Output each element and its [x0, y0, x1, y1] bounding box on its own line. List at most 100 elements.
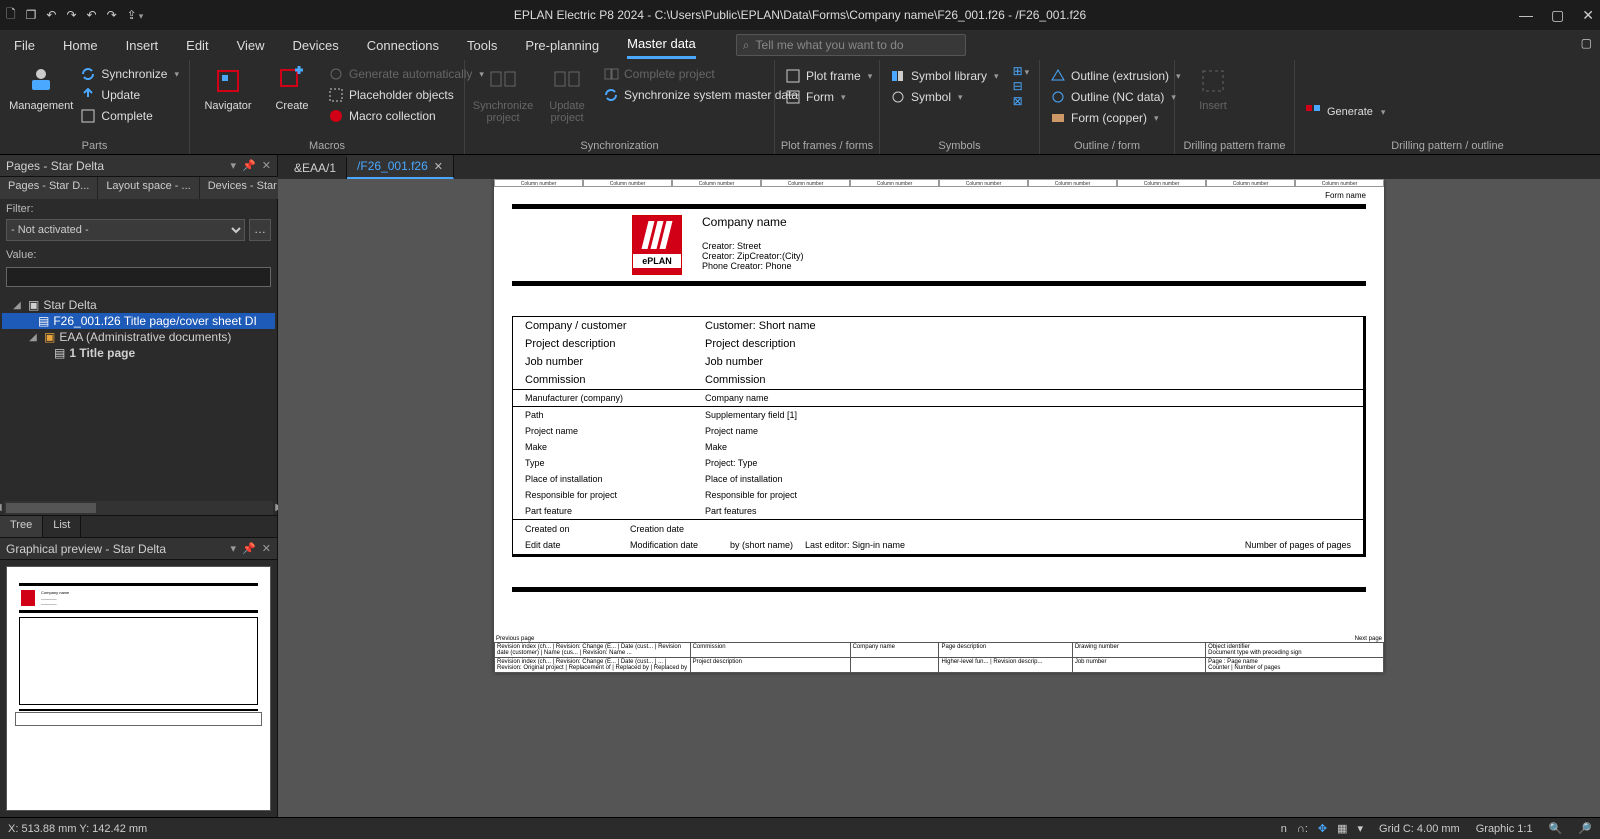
doctab-close-icon[interactable]: ✕	[434, 160, 443, 173]
preview-pin-icon[interactable]: 📌	[242, 542, 256, 555]
sym-tool1-icon[interactable]: ⊞▾	[1013, 64, 1030, 78]
generate-auto-button[interactable]: Generate automatically▾	[328, 64, 484, 84]
group-label-sync: Synchronization	[465, 140, 774, 152]
tree-item-f26[interactable]: F26_001.f26 Title page/cover sheet DI	[53, 314, 256, 328]
menu-file[interactable]: File	[14, 33, 35, 58]
statusbar: X: 513.88 mm Y: 142.42 mm n ∩: ✥ ▦ ▾ Gri…	[0, 817, 1600, 839]
generate-drill-button[interactable]: Generate▾	[1305, 64, 1385, 152]
tree-hscroll[interactable]: ◀▶	[4, 501, 273, 515]
insert-drill-button[interactable]: Insert	[1185, 64, 1241, 152]
gear-icon	[328, 66, 344, 82]
sync-project-button[interactable]: Synchronize project	[475, 64, 531, 152]
form-name-label: Form name	[512, 191, 1366, 200]
snap-n-icon[interactable]: n	[1281, 823, 1287, 835]
snap-grid-icon[interactable]: ▦	[1337, 822, 1347, 835]
tellme-search[interactable]: ⌕ Tell me what you want to do	[736, 34, 966, 56]
navigator-button[interactable]: Navigator	[200, 64, 256, 152]
menu-insert[interactable]: Insert	[126, 33, 159, 58]
zoom-out-icon[interactable]: 🔎	[1578, 822, 1592, 835]
folder-icon: ▣	[44, 330, 55, 344]
complete-button[interactable]: Complete	[80, 106, 179, 126]
eplan-logo: ePLAN	[632, 215, 682, 275]
qat-new-icon[interactable]: 🗋	[6, 5, 16, 26]
zoom-in-icon[interactable]: 🔍	[1549, 822, 1563, 835]
value-input[interactable]	[6, 267, 271, 287]
complete-project-button[interactable]: Complete project	[603, 64, 798, 84]
sync-master-button[interactable]: Synchronize system master data	[603, 85, 798, 105]
preview-thumbnail[interactable]: Company name______________	[6, 566, 271, 811]
qat-redo-icon[interactable]: ↷	[66, 8, 76, 22]
tab-tree[interactable]: Tree	[0, 516, 43, 537]
company-block: Company name Creator: Street Creator: Zi…	[702, 215, 804, 275]
maximize-button[interactable]: ▢	[1551, 7, 1564, 24]
update-project-button[interactable]: Update project	[539, 64, 595, 152]
menu-home[interactable]: Home	[63, 33, 98, 58]
qat-copy-icon[interactable]: ❐	[26, 8, 37, 22]
menu-tools[interactable]: Tools	[467, 33, 497, 58]
group-label-macros: Macros	[190, 140, 464, 152]
preview-dropdown-icon[interactable]: ▾	[231, 542, 237, 555]
outline-extrusion-button[interactable]: Outline (extrusion)▾	[1050, 66, 1164, 86]
tree-eaa[interactable]: EAA (Administrative documents)	[59, 330, 231, 344]
sync-master-icon	[603, 87, 619, 103]
minimize-button[interactable]: —	[1519, 7, 1533, 24]
ribbon-expand-icon[interactable]: ▢	[1581, 36, 1592, 50]
tree-item-title[interactable]: 1 Title page	[69, 346, 135, 360]
close-button[interactable]: ✕	[1582, 7, 1594, 24]
tree-twisty-icon[interactable]: ◢	[10, 300, 24, 311]
form-button[interactable]: Form▾	[785, 87, 869, 107]
qat-undo-icon[interactable]: ↶	[46, 8, 56, 22]
filter-more-button[interactable]: …	[249, 219, 271, 241]
group-label-drillframe: Drilling pattern frame	[1175, 140, 1294, 152]
sync-icon	[80, 66, 96, 82]
sync-proj-icon	[488, 66, 518, 96]
complete-proj-icon	[603, 66, 619, 82]
tab-pages[interactable]: Pages - Star D...	[0, 177, 98, 199]
tab-layout[interactable]: Layout space - ...	[98, 177, 199, 199]
update-button[interactable]: Update	[80, 85, 179, 105]
drawing-canvas[interactable]: Column numberColumn numberColumn numberC…	[278, 179, 1600, 817]
menu-view[interactable]: View	[237, 33, 265, 58]
plotframe-button[interactable]: Plot frame▾	[785, 66, 869, 86]
snap-n2-icon[interactable]: ∩:	[1297, 823, 1308, 835]
extrusion-icon	[1050, 68, 1066, 84]
menu-devices[interactable]: Devices	[293, 33, 339, 58]
doctab-eaa[interactable]: &EAA/1	[284, 157, 347, 179]
outline-nc-button[interactable]: Outline (NC data)▾	[1050, 87, 1164, 107]
menubar: File Home Insert Edit View Devices Conne…	[0, 30, 1600, 60]
pane-close-icon[interactable]: ✕	[262, 159, 271, 172]
placeholder-button[interactable]: Placeholder objects	[328, 85, 484, 105]
menu-edit[interactable]: Edit	[186, 33, 208, 58]
sym-tool3-icon[interactable]: ⊠	[1013, 94, 1030, 108]
symbol-library-button[interactable]: Symbol library▾	[890, 66, 999, 86]
tab-list[interactable]: List	[43, 516, 81, 537]
placeholder-icon	[328, 87, 344, 103]
snap-dd-icon[interactable]: ▾	[1358, 822, 1364, 835]
doctab-f26[interactable]: /F26_001.f26✕	[347, 155, 454, 179]
form-copper-button[interactable]: Form (copper)▾	[1050, 108, 1164, 128]
pane-pin-icon[interactable]: 📌	[242, 159, 256, 172]
menu-preplanning[interactable]: Pre-planning	[525, 33, 599, 58]
create-button[interactable]: Create	[264, 64, 320, 152]
update-icon	[80, 87, 96, 103]
tree-root[interactable]: Star Delta	[43, 298, 96, 312]
menu-masterdata[interactable]: Master data	[627, 31, 696, 59]
management-button[interactable]: Management	[10, 64, 72, 152]
qat-undo2-icon[interactable]: ↶	[87, 8, 97, 22]
generate-icon	[1305, 104, 1321, 120]
qat-export-icon[interactable]: ⇪▾	[127, 8, 144, 22]
synchronize-button[interactable]: Synchronize▾	[80, 64, 179, 84]
menu-connections[interactable]: Connections	[367, 33, 439, 58]
pane-dropdown-icon[interactable]: ▾	[231, 159, 237, 172]
qat-redo2-icon[interactable]: ↷	[107, 8, 117, 22]
snap-move-icon[interactable]: ✥	[1318, 822, 1327, 835]
filter-select[interactable]: - Not activated -	[6, 219, 245, 241]
copper-icon	[1050, 110, 1066, 126]
macro-collection-button[interactable]: Macro collection	[328, 106, 484, 126]
pages-tree[interactable]: ◢▣Star Delta ▤F26_001.f26 Title page/cov…	[0, 293, 277, 501]
sym-tool2-icon[interactable]: ⊟	[1013, 79, 1030, 93]
tree-twisty2-icon[interactable]: ◢	[26, 332, 40, 343]
preview-close-icon[interactable]: ✕	[262, 542, 271, 555]
symbol-button[interactable]: Symbol▾	[890, 87, 999, 107]
group-label-drillout: Drilling pattern / outline	[1295, 140, 1600, 152]
